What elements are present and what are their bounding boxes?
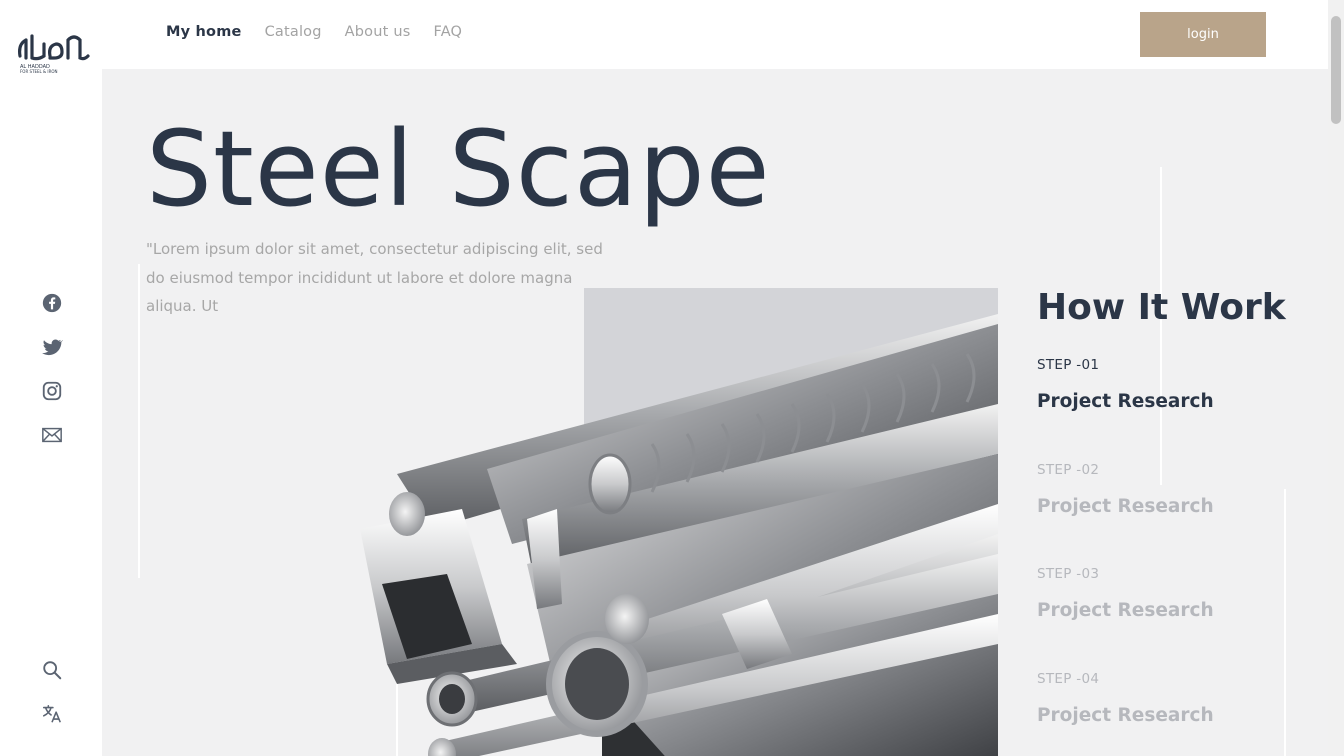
- step-name: Project Research: [1037, 391, 1214, 412]
- step-name: Project Research: [1037, 600, 1214, 621]
- nav-item-my-home[interactable]: My home: [166, 24, 242, 40]
- step-label: STEP -01: [1037, 357, 1100, 373]
- step-name: Project Research: [1037, 705, 1214, 726]
- step-label: STEP -02: [1037, 462, 1100, 478]
- step-name: Project Research: [1037, 496, 1214, 517]
- facebook-icon[interactable]: [40, 291, 64, 315]
- decor-line: [138, 264, 140, 578]
- left-sidebar: AL HADDAD FOR STEEL & IRON: [0, 0, 102, 756]
- step-label: STEP -03: [1037, 566, 1100, 582]
- steel-products-image: [360, 314, 998, 756]
- how-it-works-title: How It Work: [1037, 287, 1286, 328]
- brand-logo[interactable]: AL HADDAD FOR STEEL & IRON: [14, 26, 90, 74]
- step-label: STEP -04: [1037, 671, 1100, 687]
- login-button[interactable]: login: [1140, 12, 1266, 57]
- hero-section: Steel Scape "Lorem ipsum dolor sit amet,…: [102, 69, 1328, 756]
- step-item[interactable]: STEP -03 Project Research: [1037, 566, 1214, 621]
- translate-icon[interactable]: [40, 702, 64, 726]
- main-nav: My home Catalog About us FAQ: [166, 24, 462, 40]
- twitter-icon[interactable]: [40, 335, 64, 359]
- step-item[interactable]: STEP -01 Project Research: [1037, 357, 1214, 412]
- nav-item-about-us[interactable]: About us: [345, 24, 411, 40]
- search-icon[interactable]: [40, 658, 64, 682]
- decor-line: [1284, 489, 1286, 756]
- scrollbar-thumb[interactable]: [1331, 16, 1341, 124]
- instagram-icon[interactable]: [40, 379, 64, 403]
- nav-item-faq[interactable]: FAQ: [433, 24, 462, 40]
- step-item[interactable]: STEP -02 Project Research: [1037, 462, 1214, 517]
- svg-text:FOR STEEL & IRON: FOR STEEL & IRON: [20, 69, 58, 74]
- hero-title: Steel Scape: [146, 108, 771, 230]
- mail-icon[interactable]: [40, 423, 64, 447]
- top-navbar: My home Catalog About us FAQ login: [102, 0, 1328, 69]
- page-scrollbar[interactable]: [1328, 0, 1344, 756]
- step-item[interactable]: STEP -04 Project Research: [1037, 671, 1214, 726]
- nav-item-catalog[interactable]: Catalog: [265, 24, 322, 40]
